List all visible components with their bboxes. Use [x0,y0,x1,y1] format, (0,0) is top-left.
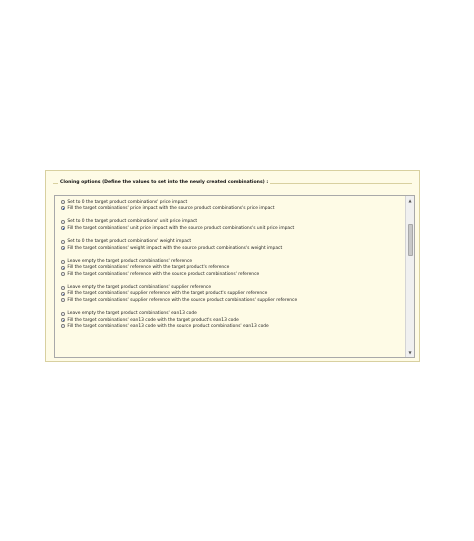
scroll-up-icon[interactable]: ▲ [407,197,413,204]
radio-option-label: Set to 0 the target product combinations… [67,239,192,245]
radio-group: Set to 0 the target product combinations… [61,199,400,211]
options-list: Set to 0 the target product combinations… [61,199,400,337]
radio-group: Leave empty the target product combinati… [61,311,400,330]
radio-group: Set to 0 the target product combinations… [61,239,400,251]
radio-option-label: Fill the target combinations' price impa… [67,205,275,211]
scrollbar-thumb[interactable] [407,224,413,256]
radio-button[interactable] [61,285,66,290]
radio-option-label: Fill the target combinations' ean13 code… [67,323,269,329]
radio-button[interactable] [61,311,66,316]
radio-button[interactable] [61,200,66,205]
radio-option[interactable]: Fill the target combinations' unit price… [61,225,400,231]
radio-option-label: Fill the target combinations' ean13 code… [67,317,239,323]
radio-button[interactable] [61,317,66,323]
radio-button[interactable] [61,272,66,277]
radio-option[interactable]: Fill the target combinations' price impa… [61,205,400,211]
radio-group: Set to 0 the target product combinations… [61,219,400,231]
options-scroll-container[interactable]: Set to 0 the target product combinations… [54,195,415,358]
radio-button[interactable] [61,265,66,270]
radio-button[interactable] [61,291,66,297]
radio-button[interactable] [61,324,66,329]
radio-option-label: Set to 0 the target product combinations… [67,199,188,205]
radio-option[interactable]: Fill the target combinations' reference … [61,271,400,277]
radio-button[interactable] [61,239,66,244]
radio-group: Leave empty the target product combinati… [61,259,400,278]
radio-option[interactable]: Fill the target combinations' supplier r… [61,297,400,303]
scroll-down-icon[interactable]: ▼ [407,349,413,356]
vertical-scrollbar[interactable]: ▲ ▼ [405,196,414,357]
radio-button[interactable] [61,226,66,231]
radio-option-label: Fill the target combinations' weight imp… [67,245,283,251]
radio-option-label: Fill the target combinations' unit price… [67,225,295,231]
radio-button[interactable] [61,259,66,264]
radio-option-label: Leave empty the target product combinati… [67,311,197,317]
cloning-options-legend: Cloning options (Define the values to se… [58,177,271,188]
radio-option[interactable]: Fill the target combinations' ean13 code… [61,323,400,329]
radio-option-label: Leave empty the target product combinati… [67,259,193,265]
radio-option[interactable]: Fill the target combinations' weight imp… [61,245,400,251]
radio-button[interactable] [61,298,66,303]
radio-option-label: Set to 0 the target product combinations… [67,219,198,225]
radio-group: Leave empty the target product combinati… [61,285,400,304]
radio-button[interactable] [61,245,66,251]
radio-option-label: Leave empty the target product combinati… [67,285,212,291]
cloning-options-fieldset: Cloning options (Define the values to se… [45,170,420,362]
radio-button[interactable] [61,206,66,211]
radio-option-label: Fill the target combinations' supplier r… [67,291,268,297]
radio-option-label: Fill the target combinations' supplier r… [67,297,298,303]
radio-button[interactable] [61,219,66,225]
radio-option-label: Fill the target combinations' reference … [67,271,260,277]
radio-option-label: Fill the target combinations' reference … [67,265,230,271]
